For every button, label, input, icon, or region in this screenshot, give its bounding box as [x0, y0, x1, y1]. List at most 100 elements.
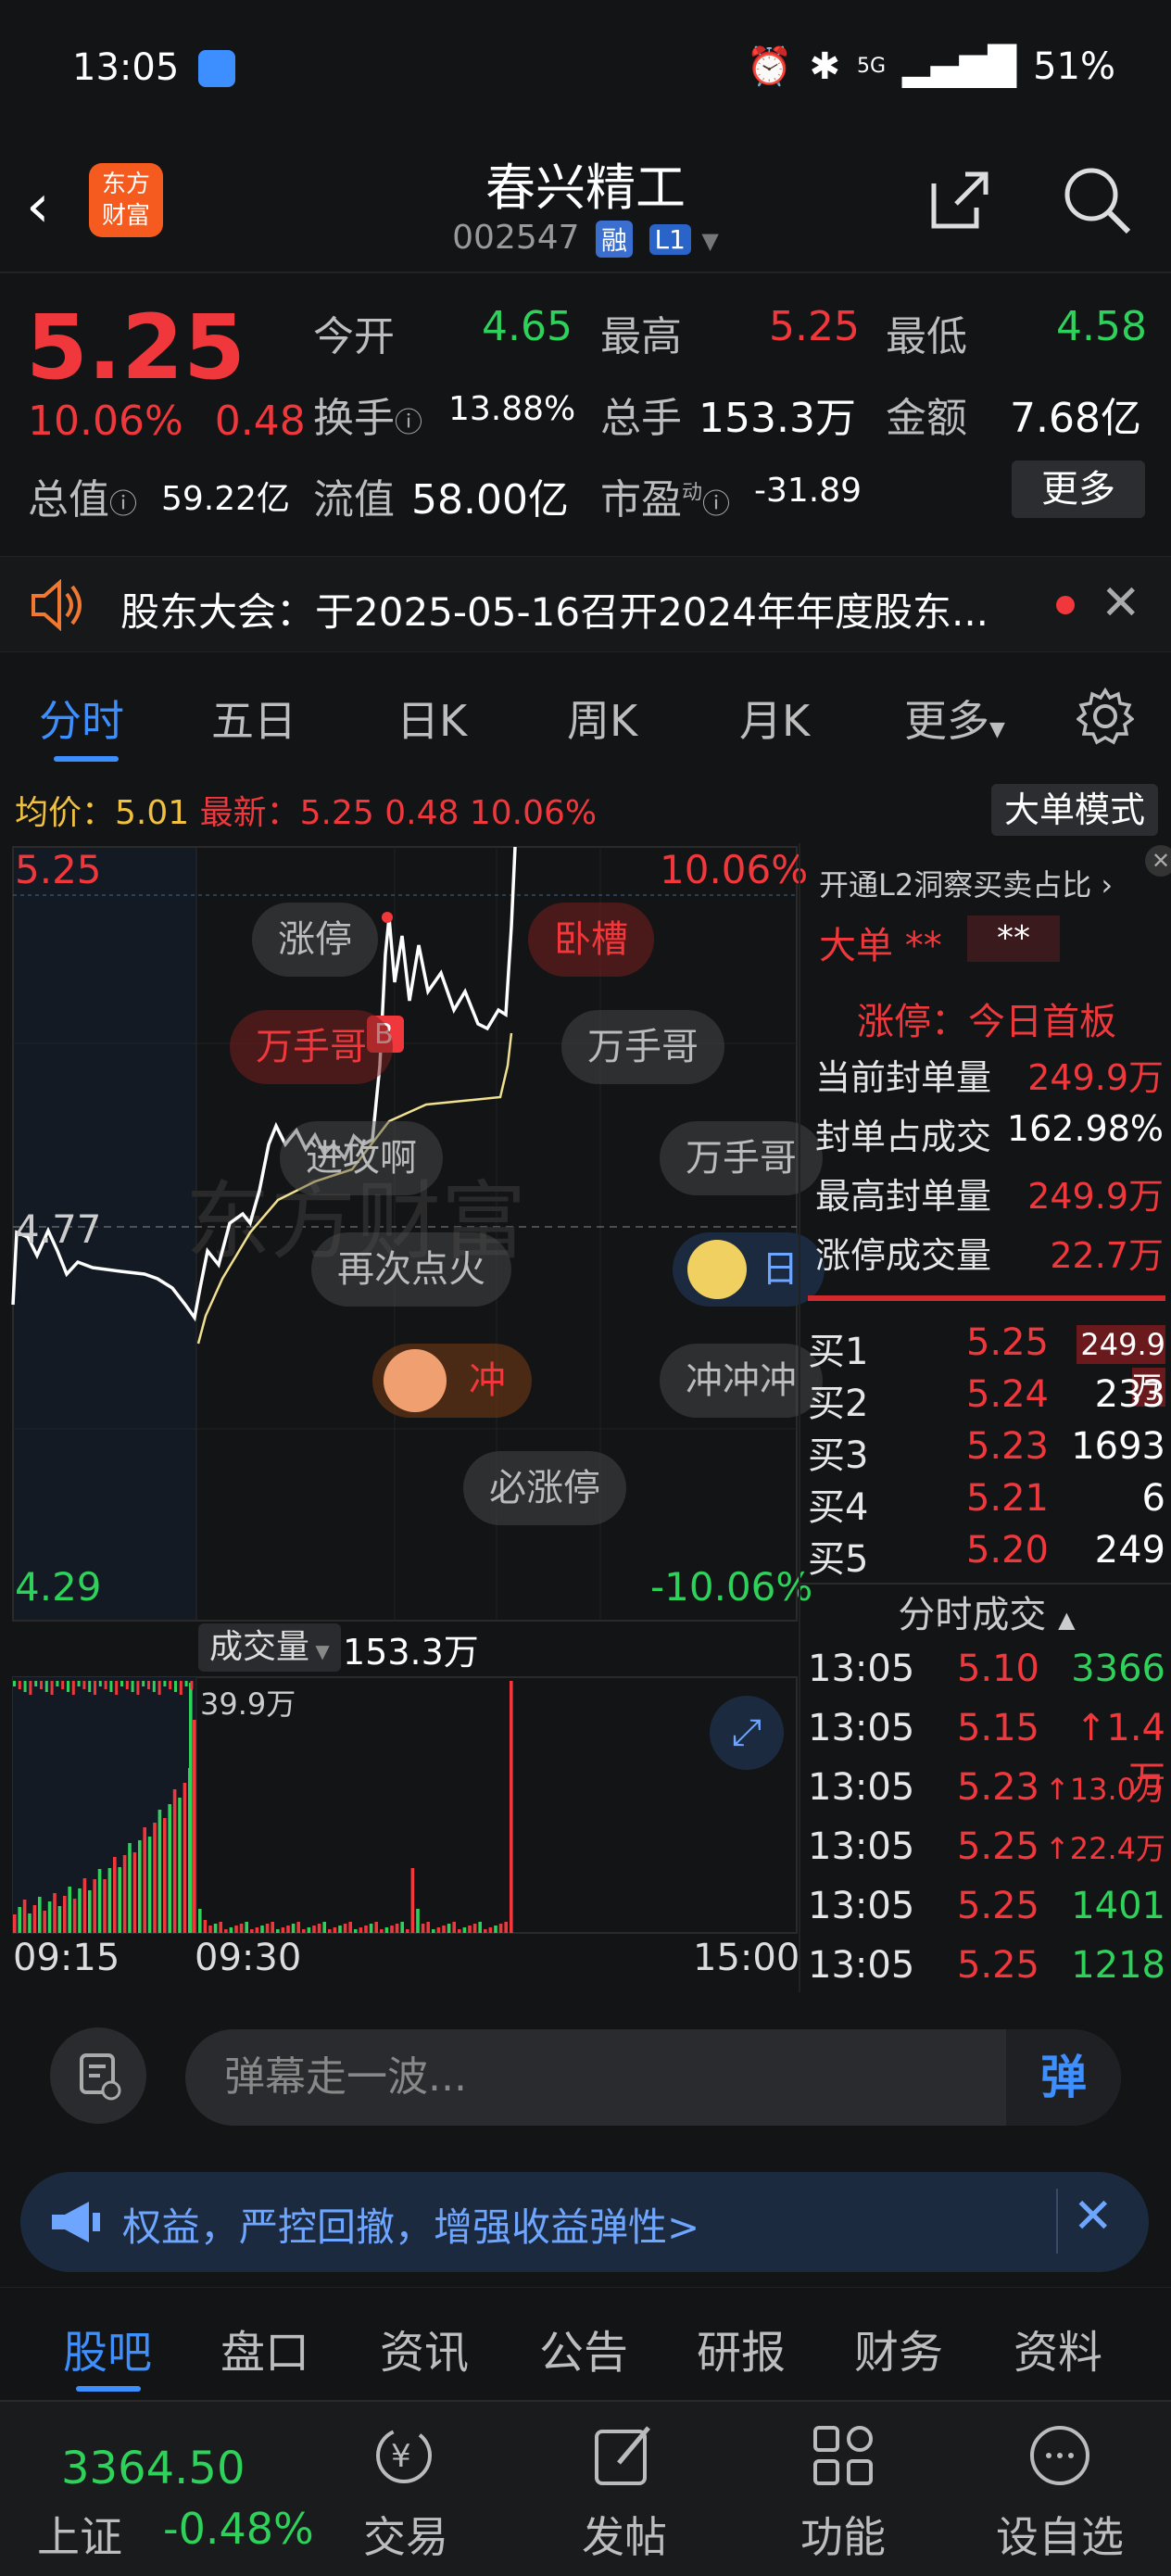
- nav-post[interactable]: 发帖: [541, 2504, 708, 2565]
- danmu-item: 万手哥: [230, 1010, 393, 1084]
- tab-forum[interactable]: 股吧: [63, 2316, 152, 2380]
- seal-value: 22.7万: [1050, 1235, 1164, 1276]
- expand-icon[interactable]: ⤢: [710, 1696, 784, 1770]
- volume-bar: [178, 1798, 182, 1933]
- volume-bar: [72, 1899, 77, 1933]
- seal-value: 249.9万: [1027, 1057, 1164, 1098]
- volume-bar: [157, 1810, 162, 1933]
- big-order-mode-button[interactable]: 大单模式: [991, 784, 1158, 836]
- index-value[interactable]: 3364.50: [61, 2443, 246, 2494]
- tab-research[interactable]: 研报: [697, 2316, 786, 2380]
- volume-dropdown[interactable]: 成交量 ▼: [198, 1623, 341, 1672]
- trade-icon[interactable]: ¥: [367, 2418, 441, 2493]
- volume-bar: [286, 1926, 290, 1933]
- low-label: 最低: [886, 313, 967, 360]
- l2-link[interactable]: 开通L2洞察买卖占比 ›: [819, 862, 1113, 904]
- close-icon[interactable]: ✕: [1073, 2189, 1114, 2244]
- info-icon[interactable]: ⓘ: [109, 488, 137, 521]
- volume-label: 总手: [600, 395, 682, 442]
- tab-finance[interactable]: 财务: [854, 2316, 943, 2380]
- tab-weekly-k[interactable]: 周K: [567, 688, 637, 749]
- volume-bar: [43, 1911, 46, 1933]
- chart-tabs: 分时 五日 日K 周K 月K 更多▼: [0, 667, 1171, 769]
- latest-pct: 10.06%: [469, 794, 598, 832]
- quote-panel: 5.25 10.06% 0.48 今开 4.65 最高 5.25 最低 4.58 …: [0, 275, 1171, 544]
- price-mid-label: 4.77: [15, 1206, 102, 1252]
- volume-bar: [157, 1681, 161, 1695]
- volume-bar: [416, 1909, 420, 1933]
- volume-bar: [115, 1681, 119, 1695]
- intraday-chart[interactable]: 东方财富 B 5.25 10.06% 4.77 4.29 -10.06% 涨停 …: [0, 843, 825, 1992]
- pe-value: -31.89: [754, 472, 863, 510]
- notice-bar[interactable]: 股东大会：于2025-05-16召开2024年年度股东... ✕: [0, 556, 1171, 652]
- nav-add-watchlist[interactable]: 设自选: [976, 2504, 1143, 2565]
- bluetooth-icon: ✱: [809, 44, 840, 88]
- dropdown-icon: ▼: [309, 1640, 330, 1662]
- volume-bar: [328, 1929, 332, 1933]
- volume-bar: [281, 1927, 285, 1933]
- volume-bar: [113, 1857, 117, 1933]
- volume-bar: [174, 1681, 177, 1692]
- tab-daily-k[interactable]: 日K: [397, 688, 467, 749]
- tab-news[interactable]: 资讯: [380, 2316, 469, 2380]
- nav-trade[interactable]: 交易: [322, 2504, 489, 2565]
- promo-banner[interactable]: 权益，严控回撤，增强收益弹性> ✕: [20, 2172, 1149, 2272]
- tab-profile[interactable]: 资料: [1014, 2316, 1102, 2380]
- stock-code-row[interactable]: 002547 融 L1 ▼: [0, 219, 1171, 258]
- info-icon[interactable]: ⓘ: [395, 407, 422, 439]
- seal-value: 162.98%: [1006, 1108, 1164, 1149]
- tab-five-day[interactable]: 五日: [211, 688, 296, 749]
- change-amount: 0.48: [214, 398, 306, 445]
- volume-bar: [152, 1681, 156, 1692]
- seal-bar: [808, 1295, 1165, 1301]
- volume-bar: [13, 1681, 16, 1686]
- post-icon[interactable]: [587, 2418, 661, 2493]
- volume-bar: [369, 1924, 373, 1933]
- index-name: 上证: [37, 2512, 122, 2562]
- amount-value: 7.68亿: [1010, 395, 1141, 442]
- gear-icon[interactable]: [1077, 688, 1134, 745]
- book-price: 5.20: [965, 1529, 1049, 1572]
- danmu-input[interactable]: 弹幕走一波...: [185, 2029, 1121, 2126]
- danmu-settings-button[interactable]: [50, 2027, 146, 2124]
- apps-icon[interactable]: [806, 2418, 880, 2493]
- order-side-panel: 开通L2洞察买卖占比 › ✕ 大单 ** ** 涨停：今日首板 当前封单量 249…: [799, 843, 1171, 1992]
- info-icon[interactable]: ⓘ: [702, 488, 730, 521]
- danmu-send-button[interactable]: 弹: [1006, 2029, 1121, 2126]
- pe-sup: 动: [682, 481, 703, 505]
- big-order-label: 大单: [819, 925, 893, 967]
- tab-more[interactable]: 更多▼: [904, 688, 1005, 749]
- notice-dot: [1056, 596, 1075, 614]
- volume-bar: [234, 1926, 238, 1933]
- volume-bar: [61, 1681, 65, 1689]
- status-right: ⏰ ✱ 5G ▂▄▆█ 51%: [747, 44, 1115, 89]
- nav-functions[interactable]: 功能: [760, 2504, 926, 2565]
- tab-monthly-k[interactable]: 月K: [739, 688, 810, 749]
- volume-cell: 总手: [600, 385, 682, 444]
- danmu-text: 冲: [469, 1359, 506, 1402]
- tab-intraday[interactable]: 分时: [39, 688, 124, 749]
- volume-total: 153.3万: [343, 1632, 479, 1673]
- collapse-icon: ▲: [1058, 1607, 1076, 1633]
- tick-time: 13:05: [808, 1885, 915, 1927]
- tick-row: 13:05 5.25 1218: [808, 1944, 1165, 1987]
- tick-price: 5.25: [956, 1944, 1039, 1987]
- ticks-header[interactable]: 分时成交 ▲: [800, 1585, 1171, 1638]
- volume-bar: [22, 1900, 27, 1933]
- tab-handicap[interactable]: 盘口: [220, 2316, 309, 2380]
- search-icon[interactable]: [1060, 163, 1134, 237]
- more-button[interactable]: 更多: [1012, 461, 1145, 518]
- close-icon[interactable]: ✕: [1145, 845, 1171, 877]
- bottom-nav: 3364.50 上证 -0.48% ¥ 交易 发帖 功能 设自选: [0, 2400, 1171, 2576]
- volume-dropdown-label: 成交量: [209, 1628, 310, 1666]
- watchlist-icon[interactable]: [1023, 2418, 1097, 2493]
- open-label: 今开: [313, 313, 395, 360]
- volume-bar: [103, 1879, 107, 1933]
- volume-bar: [472, 1924, 477, 1933]
- volume-bar: [432, 1929, 435, 1933]
- close-icon[interactable]: ✕: [1101, 575, 1141, 631]
- share-icon[interactable]: [925, 165, 995, 235]
- tab-announcements[interactable]: 公告: [539, 2316, 628, 2380]
- high-cell: 最高: [600, 303, 682, 362]
- tick-qty: ↑22.4万: [1044, 1831, 1165, 1866]
